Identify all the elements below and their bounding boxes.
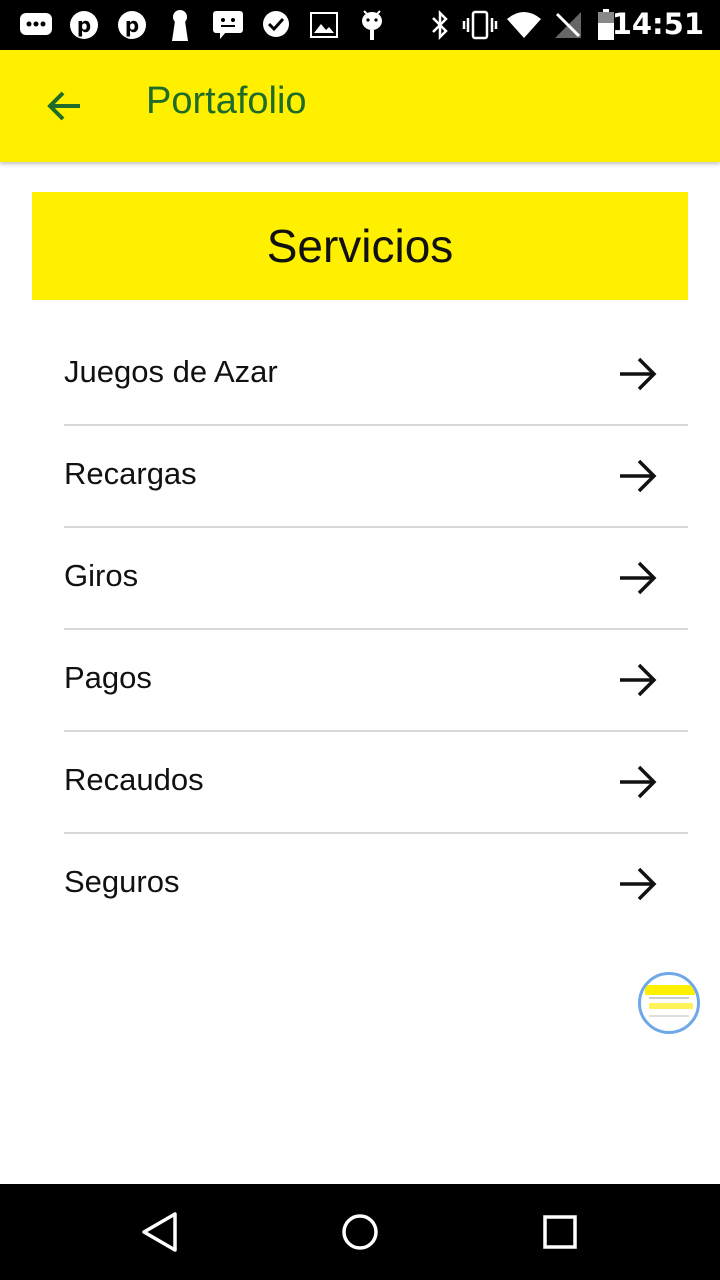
back-triangle-icon bbox=[142, 1212, 177, 1252]
arrow-right-icon bbox=[620, 663, 657, 697]
arrow-right-icon bbox=[620, 357, 657, 391]
image-icon bbox=[306, 8, 342, 42]
pinterest-icon: p bbox=[66, 8, 102, 42]
page-title: Portafolio bbox=[146, 80, 307, 122]
heart-chat-icon bbox=[258, 8, 294, 42]
bubble-thumbnail-line bbox=[649, 997, 689, 999]
vibrate-icon bbox=[462, 8, 498, 42]
status-bar: p p 14:51 bbox=[0, 0, 720, 50]
bubble-thumbnail-line bbox=[649, 1015, 689, 1017]
nav-back-button[interactable] bbox=[134, 1206, 186, 1258]
list-item-label: Juegos de Azar bbox=[64, 354, 278, 389]
list-item-juegos-de-azar[interactable]: Juegos de Azar bbox=[64, 324, 688, 426]
svg-text:p: p bbox=[125, 13, 139, 37]
status-time: 14:51 bbox=[611, 7, 704, 41]
arrow-right-icon bbox=[620, 867, 657, 901]
home-circle-icon bbox=[342, 1214, 378, 1250]
no-signal-icon bbox=[550, 8, 586, 42]
list-item-recargas[interactable]: Recargas bbox=[64, 426, 688, 528]
list-item-label: Recaudos bbox=[64, 762, 204, 797]
section-title: Servicios bbox=[266, 220, 454, 272]
bubble-thumbnail-bar bbox=[645, 985, 695, 995]
bluetooth-icon bbox=[426, 8, 454, 42]
list-item-label: Recargas bbox=[64, 456, 197, 491]
list-item-pagos[interactable]: Pagos bbox=[64, 630, 688, 732]
list-item-label: Pagos bbox=[64, 660, 152, 695]
wifi-icon bbox=[506, 8, 542, 42]
keyhole-icon bbox=[162, 8, 198, 42]
arrow-right-icon bbox=[620, 561, 657, 595]
chat-bubble-icon bbox=[210, 8, 246, 42]
list-item-label: Seguros bbox=[64, 864, 180, 899]
navigation-bar bbox=[0, 1184, 720, 1280]
bubble-thumbnail-bar bbox=[649, 1003, 693, 1009]
pinterest-icon: p bbox=[114, 8, 150, 42]
recents-square-icon bbox=[543, 1215, 577, 1249]
svg-text:p: p bbox=[77, 13, 91, 37]
list-item-giros[interactable]: Giros bbox=[64, 528, 688, 630]
android-icon bbox=[354, 8, 390, 42]
nav-home-button[interactable] bbox=[334, 1206, 386, 1258]
notification-icons: p p bbox=[18, 8, 390, 42]
nav-recents-button[interactable] bbox=[534, 1206, 586, 1258]
services-list: Juegos de Azar Recargas Giros Pagos Reca… bbox=[64, 324, 688, 934]
list-item-label: Giros bbox=[64, 558, 139, 593]
app-bar: Portafolio bbox=[0, 50, 720, 162]
list-item-seguros[interactable]: Seguros bbox=[64, 834, 688, 934]
back-button[interactable] bbox=[40, 86, 88, 126]
system-icons bbox=[426, 8, 618, 42]
message-icon bbox=[18, 8, 54, 42]
list-item-recaudos[interactable]: Recaudos bbox=[64, 732, 688, 834]
section-banner: Servicios bbox=[32, 192, 688, 300]
floating-screenshot-bubble[interactable] bbox=[638, 972, 700, 1034]
arrow-right-icon bbox=[620, 459, 657, 493]
arrow-left-icon bbox=[47, 91, 80, 121]
arrow-right-icon bbox=[620, 765, 657, 799]
